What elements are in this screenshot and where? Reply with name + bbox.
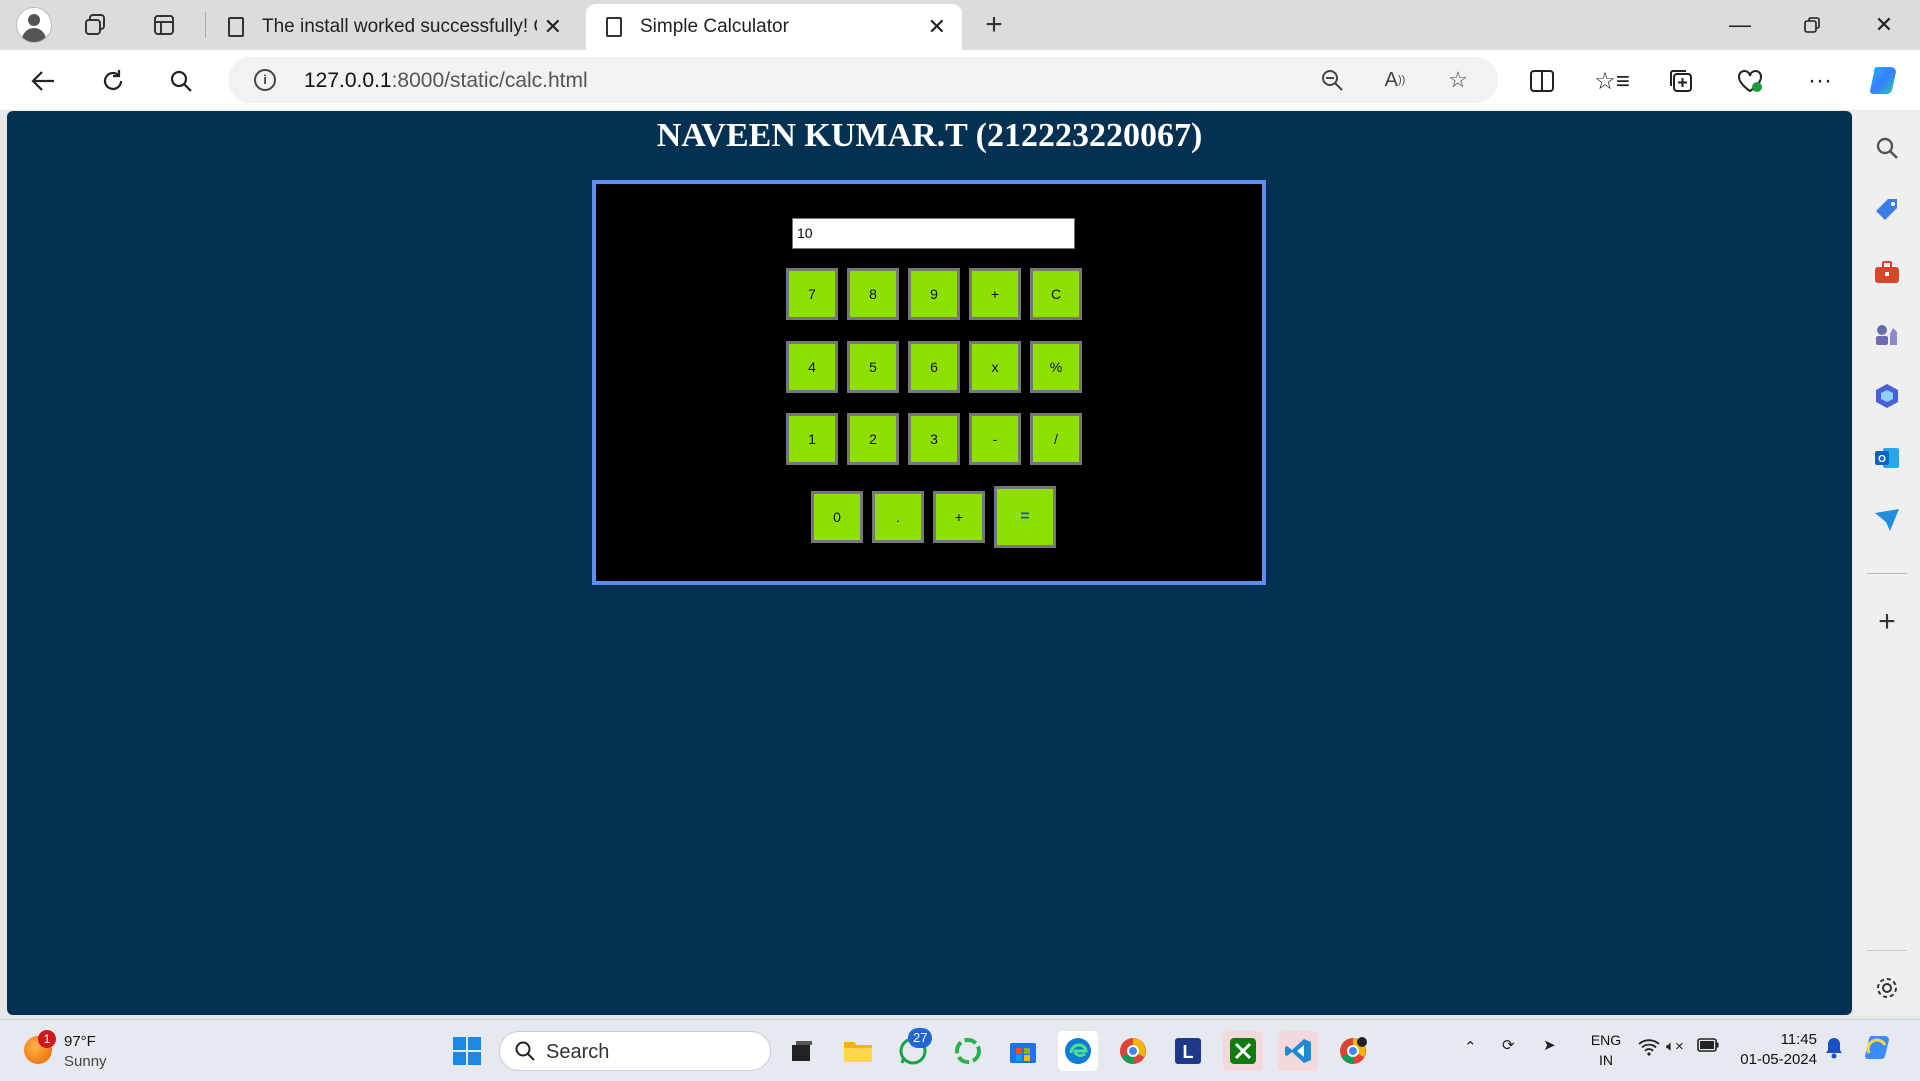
settings-icon[interactable] xyxy=(1870,971,1904,1005)
restore-icon[interactable] xyxy=(1776,0,1848,50)
key-clear[interactable]: C xyxy=(1030,268,1082,320)
address-toolbar: i 127.0.0.1:8000/static/calc.html A)) ☆ … xyxy=(0,50,1920,110)
calculator-panel: 10 7 8 9 + C 4 5 6 x % 1 2 3 - / 0 . + = xyxy=(592,180,1266,585)
key-9[interactable]: 9 xyxy=(908,268,960,320)
copilot-icon[interactable] xyxy=(1865,62,1903,100)
key-divide[interactable]: / xyxy=(1030,413,1082,465)
store-icon[interactable] xyxy=(1003,1031,1043,1071)
minimize-icon[interactable]: — xyxy=(1704,0,1776,50)
key-plus-secondary[interactable]: + xyxy=(933,491,985,543)
zoom-out-icon[interactable] xyxy=(1315,63,1349,97)
close-window-icon[interactable]: ✕ xyxy=(1848,0,1920,50)
key-percent[interactable]: % xyxy=(1030,341,1082,393)
key-7[interactable]: 7 xyxy=(786,268,838,320)
sidebar-search-icon[interactable] xyxy=(1870,131,1904,165)
shopping-tag-icon[interactable] xyxy=(1870,193,1904,227)
whatsapp-badge: 27 xyxy=(908,1028,933,1048)
page-icon xyxy=(606,17,622,37)
copilot-app-icon[interactable] xyxy=(1870,379,1904,413)
key-2[interactable]: 2 xyxy=(847,413,899,465)
url-text[interactable]: 127.0.0.1:8000/static/calc.html xyxy=(304,69,588,93)
language-indicator[interactable]: ENG IN xyxy=(1584,1030,1628,1070)
key-0[interactable]: 0 xyxy=(811,491,863,543)
games-icon[interactable] xyxy=(1870,317,1904,351)
search-label: Search xyxy=(546,1041,610,1063)
edge-sidebar: O + xyxy=(1853,111,1920,1016)
key-5[interactable]: 5 xyxy=(847,341,899,393)
show-hidden-icons-icon[interactable]: ⌃ xyxy=(1464,1038,1477,1056)
weather-condition: Sunny xyxy=(64,1053,107,1070)
read-aloud-icon[interactable]: A)) xyxy=(1378,63,1412,97)
temperature: 97°F xyxy=(64,1033,96,1050)
tab-simple-calculator[interactable]: Simple Calculator ✕ xyxy=(586,4,962,50)
tools-icon[interactable] xyxy=(1870,255,1904,289)
file-explorer-icon[interactable] xyxy=(838,1031,878,1071)
back-icon[interactable] xyxy=(24,62,62,100)
tab-actions-icon[interactable] xyxy=(146,7,182,43)
key-3[interactable]: 3 xyxy=(908,413,960,465)
location-icon[interactable]: ➤ xyxy=(1543,1036,1556,1054)
split-screen-icon[interactable] xyxy=(1523,62,1561,100)
wifi-icon[interactable] xyxy=(1638,1038,1660,1060)
vscode-icon[interactable] xyxy=(1278,1031,1318,1071)
key-6[interactable]: 6 xyxy=(908,341,960,393)
key-8[interactable]: 8 xyxy=(847,268,899,320)
key-plus[interactable]: + xyxy=(969,268,1021,320)
time: 11:45 xyxy=(1780,1031,1817,1048)
svg-text:L: L xyxy=(1183,1042,1194,1062)
chrome-profile-icon[interactable] xyxy=(1113,1031,1153,1071)
notification-bell-icon[interactable] xyxy=(1825,1037,1843,1063)
key-4[interactable]: 4 xyxy=(786,341,838,393)
send-icon[interactable] xyxy=(1870,503,1904,537)
browser-essentials-icon[interactable] xyxy=(1731,62,1769,100)
sync-icon[interactable]: ⟳ xyxy=(1502,1036,1515,1054)
key-minus[interactable]: - xyxy=(969,413,1021,465)
edge-browser-icon[interactable] xyxy=(1058,1031,1098,1071)
windows-taskbar: 1 97°F Sunny Search 27 L ⌃ ⟳ ➤ ENG IN 🔈︎… xyxy=(0,1019,1920,1081)
collections-icon[interactable] xyxy=(1662,62,1700,100)
calculator-display[interactable]: 10 xyxy=(792,218,1075,249)
tab-title: Simple Calculator xyxy=(640,16,789,37)
key-multiply[interactable]: x xyxy=(969,341,1021,393)
tab-strip: The install worked successfully! C ✕ Sim… xyxy=(0,0,1920,50)
favorites-icon[interactable]: ☆≡ xyxy=(1593,62,1631,100)
battery-icon[interactable] xyxy=(1697,1038,1719,1056)
workspaces-icon[interactable] xyxy=(78,7,114,43)
chrome-icon[interactable] xyxy=(1333,1031,1373,1071)
taskbar-search[interactable]: Search xyxy=(499,1031,771,1071)
xbox-icon[interactable] xyxy=(1223,1031,1263,1071)
close-tab-icon[interactable]: ✕ xyxy=(928,14,946,40)
tab-install-worked[interactable]: The install worked successfully! C ✕ xyxy=(208,4,578,50)
windows-start-icon[interactable] xyxy=(447,1031,487,1071)
refresh-app-icon[interactable] xyxy=(948,1031,988,1071)
favorite-star-icon[interactable]: ☆ xyxy=(1441,63,1475,97)
date: 01-05-2024 xyxy=(1740,1051,1817,1068)
key-equals[interactable]: = xyxy=(994,486,1056,548)
new-tab-icon[interactable]: + xyxy=(976,7,1012,43)
clock[interactable]: 11:45 01-05-2024 xyxy=(1735,1030,1817,1070)
copilot-preview-icon[interactable] xyxy=(1863,1033,1893,1067)
task-view-icon[interactable] xyxy=(782,1031,822,1071)
refresh-icon[interactable] xyxy=(94,62,132,100)
page-viewport: NAVEEN KUMAR.T (212223220067) 10 7 8 9 +… xyxy=(7,111,1852,1015)
search-icon[interactable] xyxy=(162,62,200,100)
more-menu-icon[interactable]: ··· xyxy=(1801,62,1839,100)
close-tab-icon[interactable]: ✕ xyxy=(544,14,562,40)
svg-text:O: O xyxy=(1878,454,1886,465)
key-decimal[interactable]: . xyxy=(872,491,924,543)
launcher-l-icon[interactable]: L xyxy=(1168,1031,1208,1071)
site-info-icon[interactable]: i xyxy=(254,69,276,91)
add-icon[interactable]: + xyxy=(1870,605,1904,639)
weather-badge: 1 xyxy=(38,1030,56,1048)
key-1[interactable]: 1 xyxy=(786,413,838,465)
page-icon xyxy=(228,17,244,37)
tab-title: The install worked successfully! C xyxy=(262,16,537,37)
page-heading: NAVEEN KUMAR.T (212223220067) xyxy=(656,117,1203,154)
search-icon xyxy=(515,1041,535,1061)
outlook-icon[interactable]: O xyxy=(1870,441,1904,475)
address-bar[interactable]: i 127.0.0.1:8000/static/calc.html A)) ☆ xyxy=(228,57,1498,103)
volume-muted-icon[interactable]: 🔈︎× xyxy=(1666,1038,1684,1055)
profile-avatar[interactable] xyxy=(16,7,52,43)
